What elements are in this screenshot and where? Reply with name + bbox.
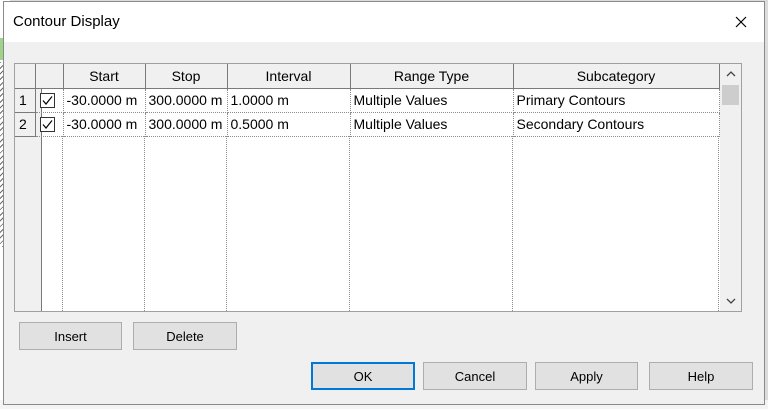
column-header-start[interactable]: Start — [63, 64, 146, 89]
cancel-button[interactable]: Cancel — [423, 362, 527, 390]
chevron-up-icon — [726, 71, 735, 77]
ok-button[interactable]: OK — [311, 362, 415, 390]
interval-cell[interactable]: 0.5000 m — [227, 112, 351, 137]
header-row: Start Stop Interval Range Type Subcatego… — [15, 64, 720, 89]
interval-cell[interactable]: 1.0000 m — [227, 88, 351, 113]
contour-grid-table: Start Stop Interval Range Type Subcatego… — [15, 64, 720, 137]
start-cell[interactable]: -30.0000 m — [63, 88, 146, 113]
corner-header — [15, 64, 36, 89]
column-header-range-type[interactable]: Range Type — [350, 64, 514, 89]
table-row[interactable]: 2 -30.0000 m 300.0000 m 0.5000 m Multipl… — [15, 112, 720, 137]
subcategory-cell[interactable]: Primary Contours — [513, 88, 720, 113]
subcategory-cell[interactable]: Secondary Contours — [513, 112, 720, 137]
row-checkbox-cell[interactable] — [35, 112, 64, 137]
column-divider — [144, 136, 145, 311]
title-bar: Contour Display — [4, 2, 764, 42]
column-header-stop[interactable]: Stop — [145, 64, 228, 89]
scroll-down-button[interactable] — [720, 291, 741, 311]
help-button[interactable]: Help — [649, 362, 753, 390]
column-divider — [718, 136, 719, 311]
contour-display-dialog: Contour Display Start Stop Interval Rang — [3, 1, 765, 405]
scroll-thumb[interactable] — [722, 85, 739, 105]
stop-cell[interactable]: 300.0000 m — [145, 112, 228, 137]
insert-button[interactable]: Insert — [19, 322, 122, 350]
column-divider — [349, 136, 350, 311]
row-number[interactable]: 1 — [15, 88, 36, 113]
range-type-cell[interactable]: Multiple Values — [350, 112, 514, 137]
scroll-up-button[interactable] — [720, 64, 741, 84]
row-number[interactable]: 2 — [15, 112, 36, 137]
close-button[interactable] — [718, 2, 764, 42]
delete-button[interactable]: Delete — [133, 322, 237, 350]
column-divider — [62, 136, 63, 311]
vertical-scrollbar[interactable] — [720, 64, 741, 311]
column-divider — [512, 136, 513, 311]
column-header-interval[interactable]: Interval — [227, 64, 351, 89]
checkbox-header — [35, 64, 64, 89]
checkmark-icon — [42, 119, 52, 129]
column-divider — [226, 136, 227, 311]
checkmark-icon — [42, 95, 52, 105]
dialog-title: Contour Display — [13, 13, 120, 30]
range-type-cell[interactable]: Multiple Values — [350, 88, 514, 113]
chevron-down-icon — [726, 298, 735, 304]
stop-cell[interactable]: 300.0000 m — [145, 88, 228, 113]
apply-button[interactable]: Apply — [535, 362, 638, 390]
row-checkbox[interactable] — [39, 92, 55, 108]
table-row[interactable]: 1 -30.0000 m 300.0000 m 1.0000 m Multipl… — [15, 88, 720, 113]
column-header-subcategory[interactable]: Subcategory — [513, 64, 720, 89]
close-icon — [735, 16, 747, 28]
contour-table: Start Stop Interval Range Type Subcatego… — [14, 63, 742, 312]
row-checkbox[interactable] — [39, 116, 55, 132]
row-checkbox-cell[interactable] — [35, 88, 64, 113]
start-cell[interactable]: -30.0000 m — [63, 112, 146, 137]
